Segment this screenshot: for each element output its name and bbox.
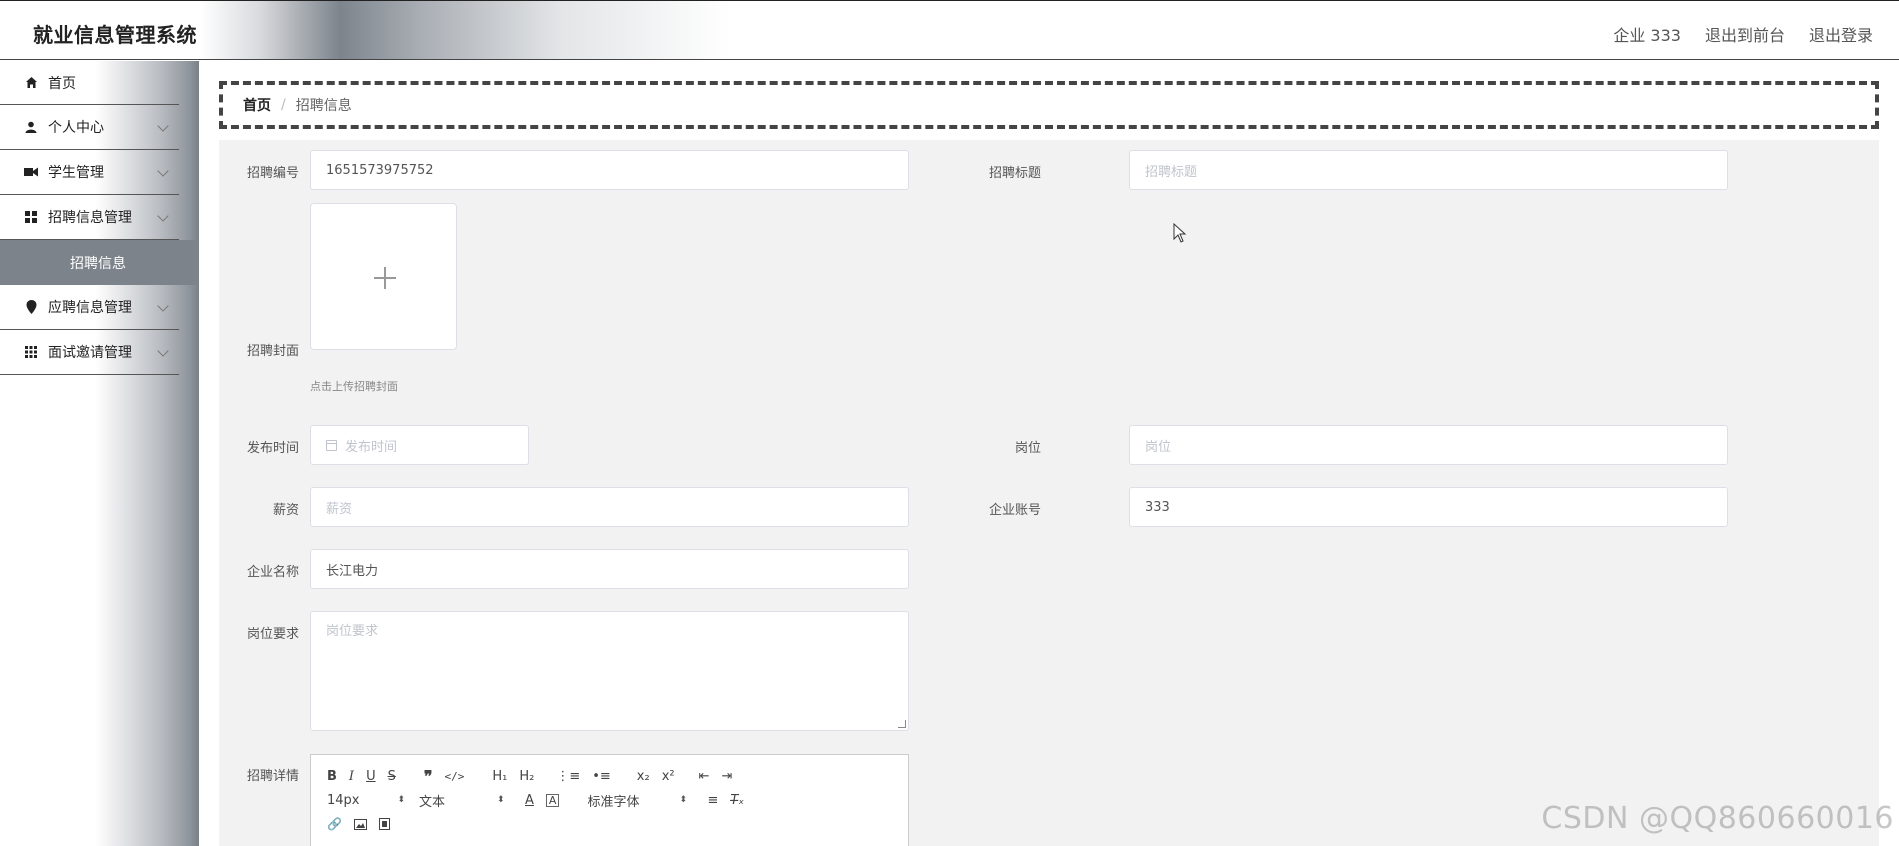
top-header: 就业信息管理系统 企业 333 退出到前台 退出登录 [0, 0, 1899, 60]
image-icon[interactable] [353, 815, 367, 833]
header-1-icon[interactable]: H₁ [492, 767, 507, 785]
sidebar-item-label: 面试邀请管理 [48, 345, 132, 361]
chevron-down-icon [157, 210, 169, 222]
sidebar-item-application-management[interactable]: 应聘信息管理 [0, 285, 179, 330]
font-color-icon[interactable]: A [525, 792, 534, 810]
recruit-title-label: 招聘标题 [988, 166, 1041, 181]
sidebar-item-label: 个人中心 [48, 120, 104, 136]
company-account-label: 企业账号 [988, 503, 1041, 518]
requirements-textarea[interactable]: 岗位要求 [310, 611, 909, 731]
company-account-link[interactable]: 企业 333 [1613, 22, 1681, 46]
cover-upload-tip: 点击上传招聘封面 [310, 380, 398, 393]
chevron-down-icon [157, 300, 169, 312]
align-icon[interactable]: ≡ [707, 792, 718, 810]
sidebar-item-student-management[interactable]: 学生管理 [0, 150, 179, 195]
exit-to-frontend-link[interactable]: 退出到前台 [1705, 22, 1785, 46]
breadcrumb-separator: / [281, 97, 286, 113]
salary-input[interactable]: 薪资 [310, 487, 909, 527]
cover-upload-box[interactable] [310, 203, 457, 350]
sidebar-item-label: 招聘信息管理 [48, 210, 132, 226]
code-block-icon[interactable]: </> [444, 767, 464, 785]
logout-link[interactable]: 退出登录 [1809, 22, 1873, 46]
sidebar-item-recruit-management[interactable]: 招聘信息管理 [0, 195, 179, 240]
superscript-icon[interactable]: x² [662, 767, 675, 785]
company-account-input[interactable]: 333 [1129, 487, 1728, 527]
recruit-title-input[interactable]: 招聘标题 [1129, 150, 1728, 190]
header-2-icon[interactable]: H₂ [519, 767, 534, 785]
watermark: CSDN @QQ860660016 [1541, 801, 1894, 836]
salary-label: 薪资 [272, 503, 299, 518]
font-family-value: 标准字体 [587, 795, 640, 810]
sidebar-item-personal-center[interactable]: 个人中心 [0, 105, 179, 150]
resize-handle-icon[interactable] [898, 720, 906, 728]
sidebar-subitem-recruit-info[interactable]: 招聘信息 [0, 240, 199, 285]
select-arrow-icon: ⬍ [497, 795, 505, 805]
strikethrough-icon[interactable]: S [388, 767, 396, 785]
bullet-list-icon[interactable]: •≡ [592, 767, 611, 785]
requirements-label: 岗位要求 [246, 627, 299, 642]
bold-icon[interactable]: B [327, 767, 337, 785]
recruit-no-label: 招聘编号 [246, 166, 299, 181]
sidebar-item-home[interactable]: 首页 [0, 61, 179, 105]
font-size-value: 14px [327, 793, 360, 808]
editor-toolbar-row-2: 14px ⬍ 文本 ⬍ A A 标准字体 ⬍ ≡ T̶ₓ [327, 791, 756, 810]
company-name-label: 企业名称 [246, 565, 299, 580]
blockquote-icon[interactable]: ❞ [424, 767, 433, 786]
grid-icon [24, 210, 38, 224]
apps-icon [24, 345, 38, 359]
chevron-down-icon [157, 345, 169, 357]
details-label: 招聘详情 [246, 769, 299, 784]
calendar-icon [326, 439, 337, 451]
font-size-select[interactable]: 14px ⬍ [327, 793, 409, 808]
publish-time-picker[interactable]: 发布时间 [310, 425, 529, 465]
position-input[interactable]: 岗位 [1129, 425, 1728, 465]
home-icon [24, 76, 38, 90]
header-nav: 企业 333 退出到前台 退出登录 [1613, 22, 1873, 46]
publish-time-placeholder: 发布时间 [345, 439, 398, 455]
select-arrow-icon: ⬍ [397, 795, 406, 805]
position-label: 岗位 [1014, 441, 1041, 456]
breadcrumb: 首页 / 招聘信息 [219, 81, 1879, 129]
editor-toolbar-row-1: B I U S ❞ </> H₁ H₂ ⋮≡ •≡ x₂ x² ⇤ ⇥ [327, 767, 744, 786]
mouse-cursor-icon [1173, 223, 1187, 243]
underline-icon[interactable]: U [366, 767, 376, 785]
publish-time-label: 发布时间 [246, 441, 299, 456]
sidebar-item-label: 学生管理 [48, 165, 104, 181]
sidebar-item-label: 首页 [48, 75, 76, 92]
main-content: 首页 / 招聘信息 招聘编号 1651573975752 招聘标题 招聘标题 招… [199, 61, 1899, 846]
sidebar-item-interview-management[interactable]: 面试邀请管理 [0, 330, 179, 375]
requirements-placeholder: 岗位要求 [326, 624, 379, 639]
company-name-input[interactable]: 长江电力 [310, 549, 909, 589]
user-icon [24, 120, 38, 134]
app-title: 就业信息管理系统 [33, 23, 197, 47]
breadcrumb-current: 招聘信息 [295, 98, 352, 114]
location-icon [24, 300, 38, 314]
font-family-select[interactable]: 标准字体 ⬍ [587, 791, 707, 810]
chevron-down-icon [157, 165, 169, 177]
ordered-list-icon[interactable]: ⋮≡ [556, 767, 580, 785]
breadcrumb-home[interactable]: 首页 [243, 95, 271, 115]
header-select[interactable]: 文本 ⬍ [419, 791, 523, 810]
clear-format-icon[interactable]: T̶ₓ [730, 792, 744, 810]
video-embed-icon[interactable] [378, 815, 390, 833]
link-icon[interactable]: 🔗 [327, 815, 342, 833]
editor-toolbar-row-3: 🔗 [327, 815, 402, 833]
indent-icon[interactable]: ⇥ [722, 767, 733, 785]
cover-label: 招聘封面 [246, 344, 299, 359]
recruit-no-input[interactable]: 1651573975752 [310, 150, 909, 190]
header-select-value: 文本 [419, 795, 446, 810]
sidebar: 首页 个人中心 学生管理 招聘信息管理 招聘信息 应聘信息管理 面试邀请管理 [0, 61, 199, 846]
sidebar-item-label: 应聘信息管理 [48, 300, 132, 316]
select-arrow-icon: ⬍ [679, 795, 687, 805]
rich-text-editor[interactable]: B I U S ❞ </> H₁ H₂ ⋮≡ •≡ x₂ x² ⇤ ⇥ 14px… [310, 754, 909, 846]
recruit-form: 招聘编号 1651573975752 招聘标题 招聘标题 招聘封面 点击上传招聘… [219, 140, 1879, 846]
chevron-down-icon [157, 120, 169, 132]
subscript-icon[interactable]: x₂ [637, 767, 650, 785]
video-icon [24, 165, 38, 179]
background-color-icon[interactable]: A [545, 794, 560, 807]
plus-icon [374, 267, 396, 289]
italic-icon[interactable]: I [349, 767, 354, 785]
outdent-icon[interactable]: ⇤ [699, 767, 710, 785]
